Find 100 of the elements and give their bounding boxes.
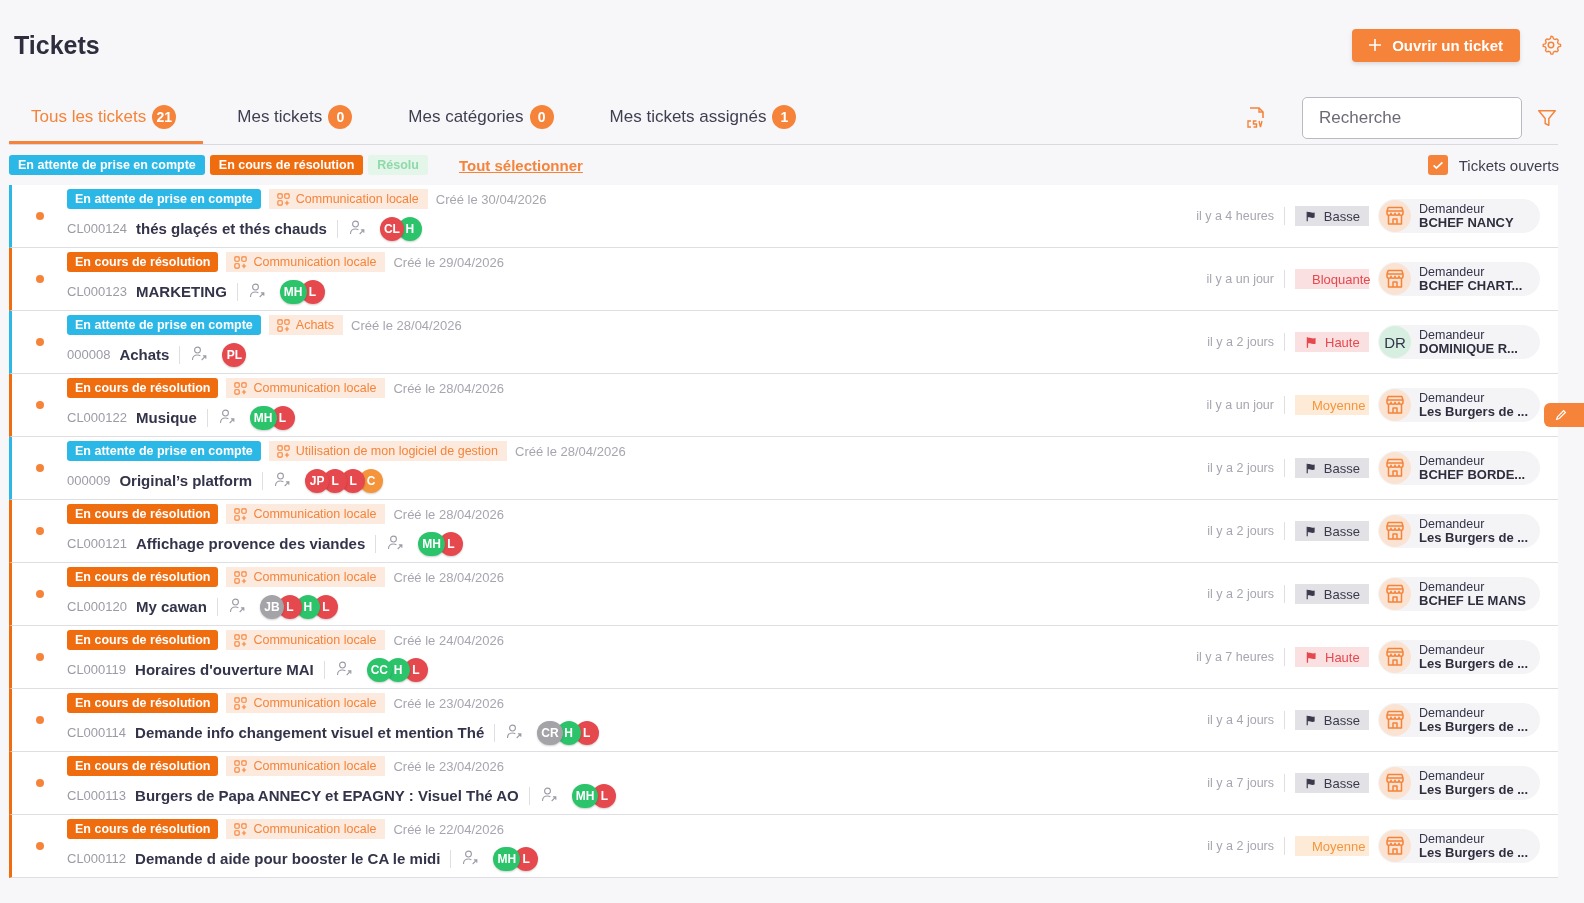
ticket-row[interactable]: En attente de prise en compte Communication locale Créé le 30/04/2026 CL000124 thés glaçés et thés chauds CL H il y a 4 heures Basse Demandeur BCHEF NANCY [9,185,1558,248]
assignee-avatar: CR [537,720,563,745]
filter-icon[interactable] [1536,107,1558,129]
ticket-title[interactable]: Original’s platform [119,472,253,489]
category-label: Communication locale [253,759,377,773]
status-badge: En cours de résolution [67,378,219,398]
unread-dot [35,338,44,346]
store-icon [1379,578,1411,610]
page-title: Tickets [14,30,101,60]
settings-icon[interactable] [1540,34,1562,56]
grid-icon [234,255,248,269]
ticket-title[interactable]: Demande info changement visuel et mention Thé [135,724,485,741]
tab[interactable]: Mes tickets 0 [215,92,375,144]
priority-label: Haute [1325,334,1360,350]
tab[interactable]: Mes tickets assignés 1 [587,92,819,144]
created-date: Créé le 30/04/2026 [435,191,547,207]
ticket-title[interactable]: Demande d aide pour booster le CA le midi [135,850,441,867]
unread-dot [35,527,44,535]
requester-chip[interactable]: DR Demandeur DOMINIQUE R... [1378,325,1540,359]
ticket-row[interactable]: En attente de prise en compte Utilisation de mon logiciel de gestion Créé le 28/04/2026 000009 Original’s platform JP L L C il y a 2 jours Basse Demandeur BCHEF BORDE... [9,437,1558,500]
count-badge: 0 [328,104,353,129]
ticket-title[interactable]: thés glaçés et thés chauds [136,220,327,237]
grid-icon [234,759,248,773]
category-label: Communication locale [253,696,377,710]
ticket-id: 000008 [67,347,111,362]
ticket-title[interactable]: Burgers de Papa ANNECY et EPAGNY : Visuel Thé AO [135,787,519,804]
ticket-row[interactable]: En cours de résolution Communication locale Créé le 22/04/2026 CL000112 Demande d aide pour booster le CA le midi MH L il y a 2 jours Moyenne Demandeur Les Burgers de ... [9,815,1558,878]
store-icon [1379,704,1411,736]
category-label: Communication locale [295,192,419,206]
category-label: Communication locale [253,507,377,521]
grid-icon [234,822,248,836]
requester-name: DOMINIQUE R... [1419,342,1518,355]
ticket-title[interactable]: MARKETING [136,283,227,300]
unread-dot [35,716,44,724]
requester-name: BCHEF BORDE... [1419,468,1526,481]
assignee-avatar: MH [279,279,307,304]
edit-tab[interactable] [1544,403,1584,427]
ticket-title[interactable]: Musique [136,409,197,426]
priority-label: Moyenne [1312,397,1366,413]
tab[interactable]: Mes catégories 0 [386,92,576,144]
requester-chip[interactable]: Demandeur BCHEF LE MANS [1378,577,1540,611]
requester-chip[interactable]: Demandeur Les Burgers de ... [1378,640,1540,674]
assignee-avatar: MH [571,783,599,808]
status-badge: En cours de résolution [67,819,219,839]
priority-label: Basse [1323,586,1360,602]
requester-chip[interactable]: Demandeur Les Burgers de ... [1378,388,1540,422]
ticket-row[interactable]: En attente de prise en compte Achats Créé le 28/04/2026 000008 Achats PL il y a 2 jours Haute DR Demandeur DOMINIQUE R... [9,311,1558,374]
ticket-id: CL000112 [67,851,127,866]
time-ago: il y a 2 jours [1207,461,1274,475]
status-badge: En cours de résolution [67,567,219,587]
plus-icon [1368,38,1383,52]
requester-name: Les Burgers de ... [1419,846,1529,859]
unread-dot [35,653,44,661]
ticket-title[interactable]: Affichage provence des viandes [136,535,366,552]
ticket-row[interactable]: En cours de résolution Communication locale Créé le 28/04/2026 CL000122 Musique MH L il y a un jour Moyenne Demandeur Les Burgers de ... [9,374,1558,437]
requester-caption: Demandeur [1419,329,1486,342]
category-label: Utilisation de mon logiciel de gestion [295,444,499,458]
requester-chip[interactable]: Demandeur Les Burgers de ... [1378,703,1540,737]
ticket-row[interactable]: En cours de résolution Communication locale Créé le 29/04/2026 CL000123 MARKETING MH L il y a un jour Bloquante Demandeur BCHEF CHART... [9,248,1558,311]
assignee-avatar: JB [259,594,284,619]
requester-chip[interactable]: Demandeur Les Burgers de ... [1378,514,1540,548]
category-label: Communication locale [253,570,377,584]
requester-caption: Demandeur [1419,455,1486,468]
grid-icon [276,192,290,206]
ticket-row[interactable]: En cours de résolution Communication locale Créé le 24/04/2026 CL000119 Horaires d'ouverture MAI CC H L il y a 7 heures Haute Demandeur Les Burgers de ... [9,626,1558,689]
priority-label: Basse [1323,460,1360,476]
status-badge: En attente de prise en compte [67,189,261,209]
priority-label: Basse [1323,775,1360,791]
status-badge: En cours de résolution [67,756,219,776]
created-date: Créé le 23/04/2026 [393,758,504,774]
search-field[interactable]: Recherche [1302,97,1522,139]
requester-caption: Demandeur [1419,518,1486,531]
created-date: Créé le 28/04/2026 [515,443,626,459]
requester-chip[interactable]: Demandeur BCHEF CHART... [1378,262,1540,296]
created-date: Créé le 23/04/2026 [393,695,504,711]
ticket-row[interactable]: En cours de résolution Communication locale Créé le 28/04/2026 CL000120 My cawan JB L H L il y a 2 jours Basse Demandeur BCHEF LE MANS [9,563,1558,626]
requester-chip[interactable]: Demandeur Les Burgers de ... [1378,766,1540,800]
requester-chip[interactable]: Demandeur BCHEF BORDE... [1378,451,1540,485]
created-date: Créé le 29/04/2026 [393,254,504,270]
requester-caption: Demandeur [1419,833,1486,846]
ticket-title[interactable]: My cawan [136,598,207,615]
time-ago: il y a 7 heures [1196,650,1274,664]
time-ago: il y a un jour [1206,398,1274,412]
ticket-id: CL000122 [67,410,127,425]
priority-label: Haute [1325,649,1360,665]
store-icon [1379,767,1411,799]
store-icon [1379,515,1411,547]
checkbox[interactable] [1427,155,1448,175]
priority-label: Basse [1323,208,1360,224]
priority-label: Moyenne [1312,838,1366,854]
ticket-id: CL000119 [67,662,127,677]
ticket-title[interactable]: Achats [119,346,170,363]
requester-chip[interactable]: Demandeur Les Burgers de ... [1378,829,1540,863]
ticket-row[interactable]: En cours de résolution Communication locale Créé le 23/04/2026 CL000113 Burgers de Papa ANNECY et EPAGNY : Visuel Thé AO MH L il y a 7 jours Basse Demandeur Les Burgers de ... [9,752,1558,815]
ticket-title[interactable]: Horaires d'ouverture MAI [135,661,314,678]
category-label: Communication locale [253,822,377,836]
assignee-avatar: MH [249,405,277,430]
ticket-row[interactable]: En cours de résolution Communication locale Créé le 28/04/2026 CL000121 Affichage provence des viandes MH L il y a 2 jours Basse Demandeur Les Burgers de ... [9,500,1558,563]
requester-chip[interactable]: Demandeur BCHEF NANCY [1378,199,1540,233]
ticket-row[interactable]: En cours de résolution Communication locale Créé le 23/04/2026 CL000114 Demande info changement visuel et mention Thé CR H L il y a 4 jours Basse Demandeur Les Burgers de ... [9,689,1558,752]
